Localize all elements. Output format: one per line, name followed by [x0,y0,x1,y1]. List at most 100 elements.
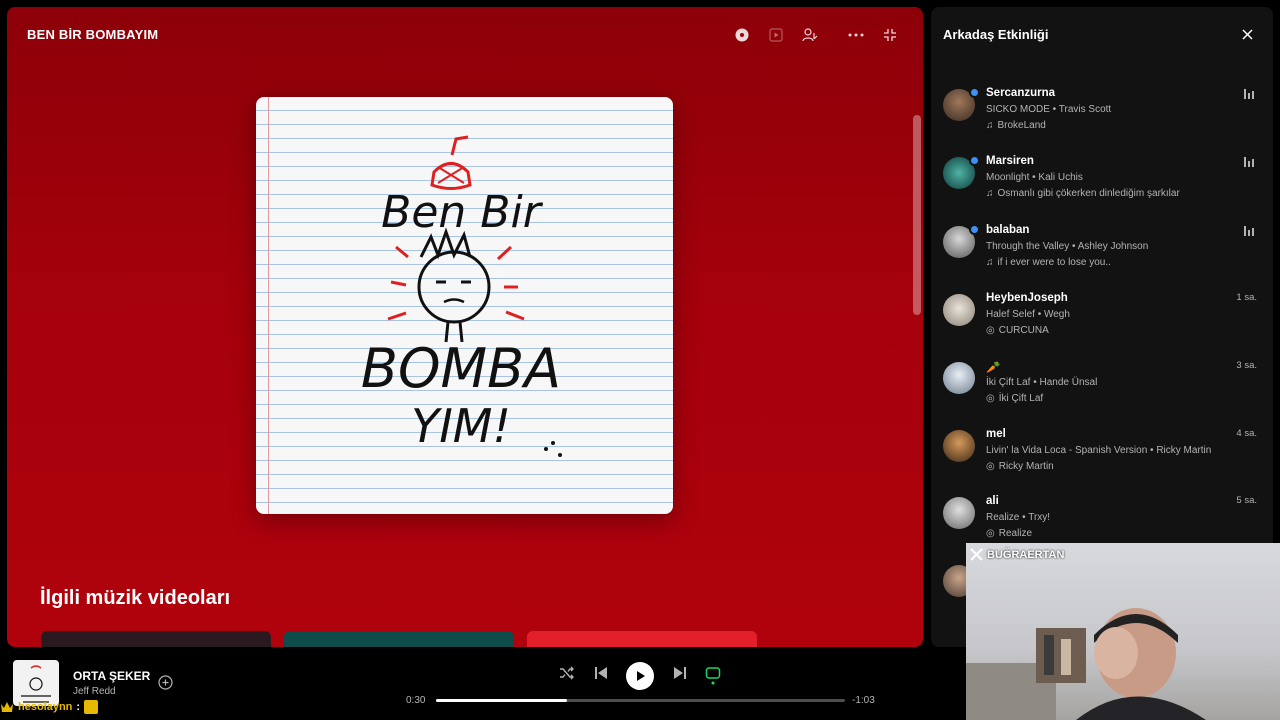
friend-name[interactable]: Sercanzurna [986,87,1055,99]
shuffle-button[interactable] [559,665,575,686]
related-videos-heading: İlgili müzik videoları [40,587,231,609]
more-icon [848,33,864,37]
now-playing-view: BEN BİR BOMBAYIM Ben Bir BOMBA YIM! İlgi… [7,7,923,647]
friend-item[interactable]: mel 4 sa. Livin' la Vida Loca - Spanish … [943,428,1261,488]
player-bar: ORTA ŞEKER Jeff Redd 0:30 -1:03 [0,652,966,720]
cover-line-1: Ben Bir [381,187,544,238]
disc-icon: ◎ [986,528,995,539]
cover-art: Ben Bir BOMBA YIM! [361,135,562,457]
progress-bar[interactable] [436,699,845,702]
playback-controls [555,662,725,690]
note-icon: ♫ [986,188,994,199]
emote-icon [84,700,99,714]
friend-name[interactable]: 🥕 [986,360,1000,374]
avatar [943,362,975,394]
now-playing-view-button[interactable] [725,25,759,45]
friend-context[interactable]: ♫ if i ever were to lose you.. [986,257,1111,268]
friend-name[interactable]: ali [986,495,999,507]
friend-song[interactable]: SICKO MODE • Travis Scott [986,104,1111,115]
friend-item[interactable]: HeybenJoseph 1 sa. Halef Selef • Wegh ◎ C… [943,292,1261,352]
video-thumbnail[interactable] [284,631,514,647]
play-icon [637,671,645,681]
friends-icon [802,28,818,42]
friend-song[interactable]: Moonlight • Kali Uchis [986,172,1083,183]
track-artist[interactable]: Jeff Redd [73,686,116,697]
disc-icon: ◎ [986,393,995,404]
friend-item[interactable]: Marsiren Moonlight • Kali Uchis ♫ Osmanlı… [943,155,1261,215]
disc-icon [735,28,749,42]
previous-button[interactable] [593,665,609,686]
repeat-button[interactable] [705,665,721,690]
webcam-overlay: BUĞRAERTAN [966,543,1280,720]
friend-song[interactable]: İki Çift Laf • Hande Ünsal [986,377,1097,388]
friend-item[interactable]: Sercanzurna SICKO MODE • Travis Scott ♫ B… [943,87,1261,147]
play-button[interactable] [626,662,654,690]
track-title[interactable]: ORTA ŞEKER [73,669,150,683]
friend-name[interactable]: mel [986,428,1006,440]
elapsed-time: 0:30 [406,695,426,706]
close-icon [1242,29,1253,40]
equalizer-icon [1244,89,1254,99]
friend-activity-title: Arkadaş Etkinliği [943,27,1049,42]
shuffle-icon [560,666,574,680]
video-thumbnail[interactable] [41,631,271,647]
friend-song[interactable]: Realize • Trxy! [986,512,1050,523]
repeat-icon [705,667,721,685]
equalizer-icon [1244,157,1254,167]
friend-song[interactable]: Through the Valley • Ashley Johnson [986,241,1148,252]
scrollbar[interactable] [913,115,921,315]
crown-icon [1,702,13,712]
friend-song[interactable]: Livin' la Vida Loca - Spanish Version • … [986,445,1211,456]
friend-name[interactable]: balaban [986,224,1029,236]
friend-context[interactable]: ◎ Ricky Martin [986,461,1054,472]
friend-time: 4 sa. [1236,428,1257,439]
friend-time: 3 sa. [1236,360,1257,371]
friend-item[interactable]: 🥕 3 sa. İki Çift Laf • Hande Ünsal ◎ İki … [943,360,1261,420]
avatar [943,294,975,326]
friend-time: 5 sa. [1236,495,1257,506]
album-cover: Ben Bir BOMBA YIM! [256,97,673,514]
page-title: BEN BİR BOMBAYIM [27,27,159,42]
x-logo-icon [970,548,983,561]
friend-name[interactable]: Marsiren [986,155,1034,167]
view-toolbar [725,25,907,45]
connect-button[interactable] [793,25,827,45]
close-button[interactable] [1242,27,1253,45]
equalizer-icon [1244,226,1254,236]
note-icon: ♫ [986,120,994,131]
cover-line-2: BOMBA [361,337,561,400]
plus-circle-icon [158,675,173,690]
webcam-scene [966,608,1206,720]
remaining-time: -1:03 [852,695,875,706]
online-indicator [969,224,980,235]
note-icon: ♫ [986,257,994,268]
friend-name[interactable]: HeybenJoseph [986,292,1068,304]
friend-context[interactable]: ♫ Osmanlı gibi çökerken dinlediğim şarkıl… [986,188,1180,199]
next-button[interactable] [672,665,688,686]
friend-context[interactable]: ◎ Realize [986,528,1032,539]
skip-back-icon [595,667,607,679]
online-indicator [969,155,980,166]
related-videos-row [41,631,757,647]
video-thumbnail[interactable] [527,631,757,647]
friend-song[interactable]: Halef Selef • Wegh [986,309,1070,320]
chat-username[interactable]: hesolaynn [18,701,72,713]
add-to-library-button[interactable] [158,675,173,695]
disc-icon: ◎ [986,325,995,336]
friend-context[interactable]: ◎ CURCUNA [986,325,1049,336]
cover-line-3: YIM! [411,399,511,453]
friend-context[interactable]: ♫ BrokeLand [986,120,1046,131]
avatar [943,497,975,529]
social-handle: BUĞRAERTAN [970,548,1064,561]
friend-item[interactable]: balaban Through the Valley • Ashley John… [943,224,1261,284]
more-options-button[interactable] [839,25,873,45]
friend-context[interactable]: ◎ İki Çift Laf [986,393,1043,404]
disc-icon: ◎ [986,461,995,472]
collapse-button[interactable] [873,25,907,45]
video-button[interactable] [759,25,793,45]
online-indicator [969,87,980,98]
chat-message: hesolaynn : [0,700,99,714]
video-icon [769,28,783,42]
collapse-icon [884,29,896,41]
friend-time: 1 sa. [1236,292,1257,303]
